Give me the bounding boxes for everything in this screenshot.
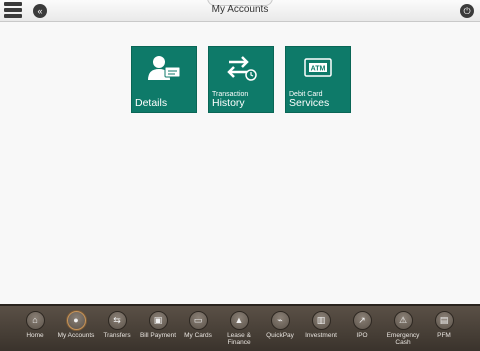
user-card-icon: [132, 55, 196, 81]
nav-label: My Accounts: [57, 332, 95, 339]
nav-label: My Cards: [184, 332, 212, 339]
nav-item-my-accounts[interactable]: ● My Accounts: [54, 306, 98, 351]
debit-card-services-tile[interactable]: ATM Debit Card Services: [285, 46, 351, 113]
pfm-icon: ▤: [434, 311, 454, 330]
nav-item-emergency-cash[interactable]: ⚠ Emergency Cash: [381, 306, 425, 351]
user-icon: ●: [66, 311, 86, 330]
finance-icon: ▲: [229, 311, 249, 330]
chart-icon: ↗: [352, 311, 372, 330]
bottom-nav-bar: ⌂ Home ● My Accounts ⇆ Transfers ▣ Bill …: [0, 304, 480, 351]
nav-label: Emergency Cash: [386, 332, 420, 346]
details-tile[interactable]: Details: [131, 46, 197, 113]
nav-item-home[interactable]: ⌂ Home: [13, 306, 57, 351]
transfer-icon: ⇆: [107, 311, 127, 330]
app-window: « My Accounts ⏻ Details Transaction Hist…: [0, 0, 480, 351]
nav-label: IPO: [356, 332, 368, 339]
warning-icon: ⚠: [393, 311, 413, 330]
home-icon: ⌂: [25, 311, 45, 330]
nav-label: Home: [26, 332, 44, 339]
nav-label: QuickPay: [266, 332, 294, 339]
nav-item-lease-finance[interactable]: ▲ Lease & Finance: [217, 306, 261, 351]
transaction-history-tile[interactable]: Transaction History: [208, 46, 274, 113]
header-bar: « My Accounts ⏻: [0, 0, 480, 22]
tile-label: Details: [135, 97, 168, 109]
nav-label: Transfers: [103, 332, 131, 339]
bill-icon: ▣: [148, 311, 168, 330]
nav-label: Investment: [305, 332, 337, 339]
tile-label: Services: [289, 97, 330, 109]
nav-item-bill-payment[interactable]: ▣ Bill Payment: [136, 306, 180, 351]
nav-label: PFM: [437, 332, 451, 339]
nav-item-my-cards[interactable]: ▭ My Cards: [176, 306, 220, 351]
investment-icon: ▥: [311, 311, 331, 330]
nav-item-transfers[interactable]: ⇆ Transfers: [95, 306, 139, 351]
atm-text: ATM: [311, 66, 326, 73]
nav-item-pfm[interactable]: ▤ PFM: [422, 306, 466, 351]
card-icon: ▭: [188, 311, 208, 330]
page-title: My Accounts: [211, 4, 269, 15]
nav-item-ipo[interactable]: ↗ IPO: [340, 306, 384, 351]
tile-label: History: [212, 97, 245, 109]
quickpay-icon: ⌁: [270, 311, 290, 330]
nav-item-investment[interactable]: ▥ Investment: [299, 306, 343, 351]
power-icon[interactable]: ⏻: [460, 4, 474, 18]
atm-card-icon: ATM: [286, 55, 350, 81]
nav-label: Bill Payment: [139, 332, 177, 339]
transfer-clock-icon: [209, 55, 273, 81]
nav-label: Lease & Finance: [227, 332, 251, 346]
nav-item-quickpay[interactable]: ⌁ QuickPay: [258, 306, 302, 351]
